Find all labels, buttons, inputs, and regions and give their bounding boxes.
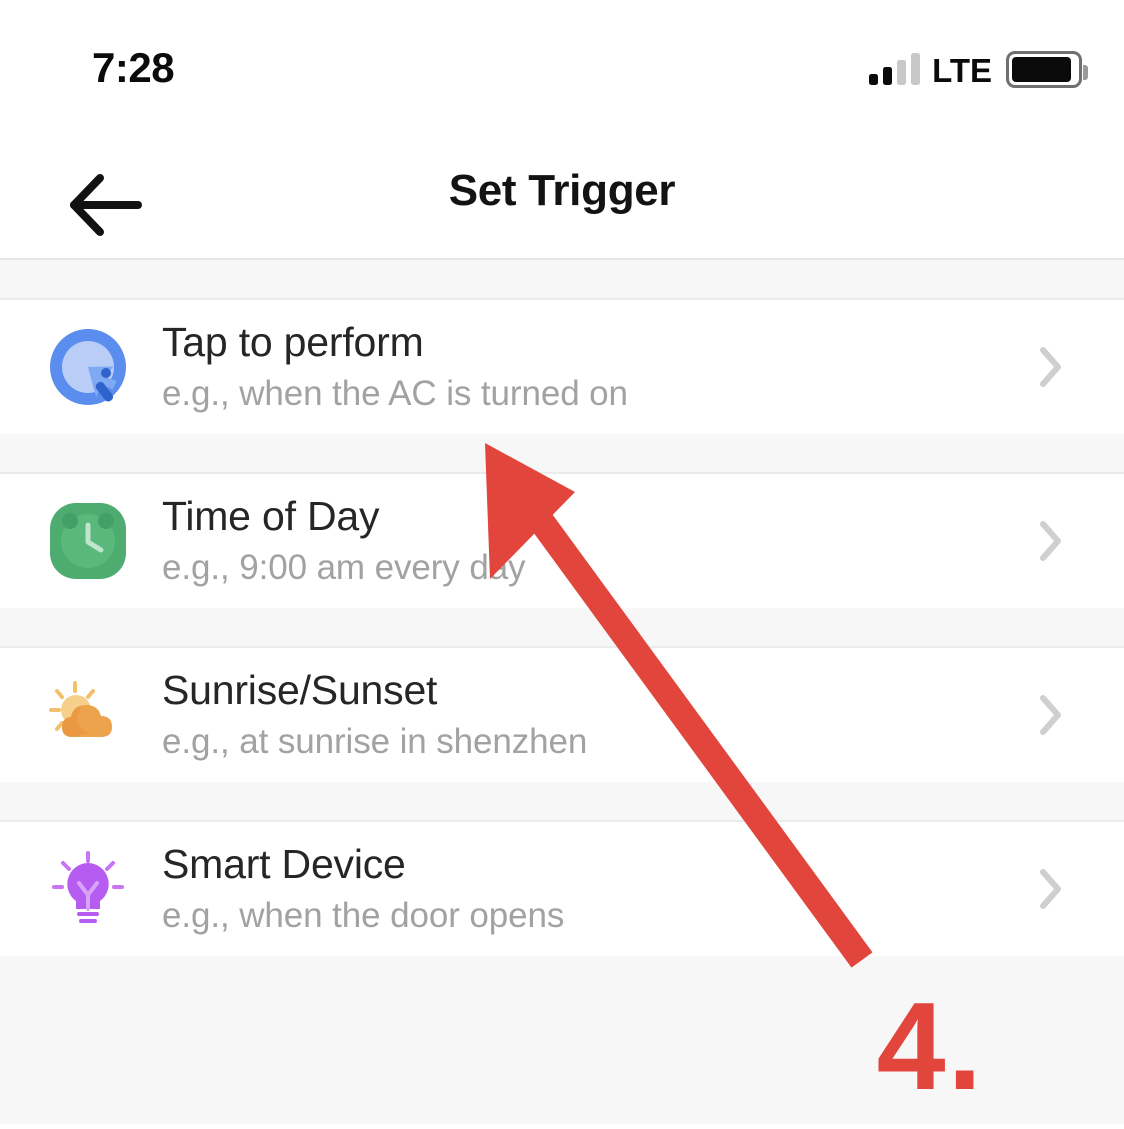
tap-cursor-icon xyxy=(48,327,128,407)
list-item-subtitle: e.g., at sunrise in shenzhen xyxy=(162,722,588,762)
list-item-title: Sunrise/Sunset xyxy=(162,666,438,713)
list-item-time-of-day[interactable]: Time of Day e.g., 9:00 am every day xyxy=(0,474,1124,608)
battery-icon xyxy=(1006,51,1088,88)
list-item-subtitle: e.g., 9:00 am every day xyxy=(162,548,526,588)
list-section-spacer xyxy=(0,608,1124,648)
list-item-subtitle: e.g., when the AC is turned on xyxy=(162,374,628,414)
list-item-title: Tap to perform xyxy=(162,318,424,365)
chevron-right-icon[interactable] xyxy=(1036,343,1066,391)
chevron-right-icon[interactable] xyxy=(1036,865,1066,913)
chevron-right-icon[interactable] xyxy=(1036,517,1066,565)
list-item-text: Tap to perform e.g., when the AC is turn… xyxy=(162,319,1036,415)
list-section-spacer xyxy=(0,782,1124,822)
list-item-text: Sunrise/Sunset e.g., at sunrise in shenz… xyxy=(162,667,1036,763)
chevron-right-icon[interactable] xyxy=(1036,691,1066,739)
list-item-smart-device[interactable]: Smart Device e.g., when the door opens xyxy=(0,822,1124,956)
lightbulb-icon xyxy=(48,849,128,929)
list-item-subtitle: e.g., when the door opens xyxy=(162,896,565,936)
cellular-signal-icon xyxy=(869,53,921,85)
status-bar-indicators: LTE xyxy=(869,48,1088,89)
list-item-title: Time of Day xyxy=(162,492,380,539)
list-item-tap-to-perform[interactable]: Tap to perform e.g., when the AC is turn… xyxy=(0,300,1124,434)
alarm-clock-icon xyxy=(48,501,128,581)
sun-cloud-icon xyxy=(48,675,128,755)
list-bottom-area xyxy=(0,956,1124,1117)
list-section-spacer xyxy=(0,260,1124,300)
list-item-title: Smart Device xyxy=(162,840,406,887)
status-bar-clock: 7:28 xyxy=(92,44,175,91)
trigger-type-list: Tap to perform e.g., when the AC is turn… xyxy=(0,260,1124,1124)
status-bar: 7:28 LTE xyxy=(0,0,1124,120)
list-section-spacer xyxy=(0,434,1124,474)
page-title: Set Trigger xyxy=(448,166,676,215)
network-type-label: LTE xyxy=(932,52,992,89)
navigation-bar: Set Trigger xyxy=(0,120,1124,260)
list-item-sunrise-sunset[interactable]: Sunrise/Sunset e.g., at sunrise in shenz… xyxy=(0,648,1124,782)
list-item-text: Smart Device e.g., when the door opens xyxy=(162,841,1036,937)
phone-screen: 7:28 LTE Set Trigger Tap to perform e.g.… xyxy=(0,0,1124,1124)
list-item-text: Time of Day e.g., 9:00 am every day xyxy=(162,493,1036,589)
